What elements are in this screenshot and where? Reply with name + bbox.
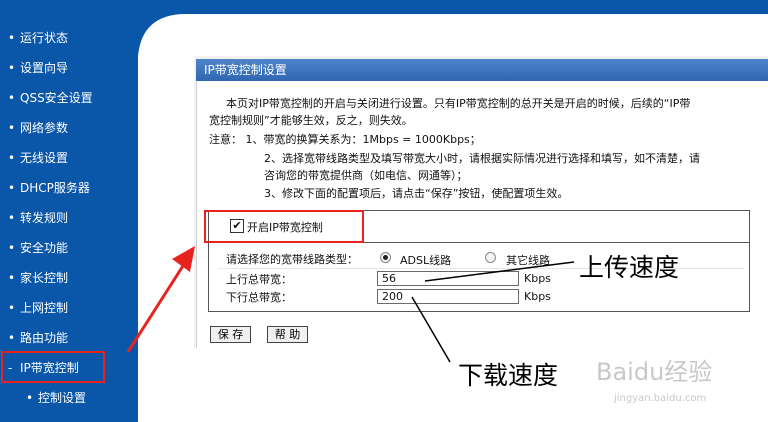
bullet-icon: • (8, 31, 16, 45)
download-unit: Kbps (524, 290, 551, 303)
sidebar-item-wizard[interactable]: • 设置向导 (8, 56, 68, 80)
sidebar-item-forwarding[interactable]: • 转发规则 (8, 206, 68, 230)
bullet-icon: • (8, 331, 16, 345)
sidebar-item-label: 网络参数 (20, 121, 69, 135)
watermark-sub: jingyan.baidu.com (614, 393, 707, 404)
sidebar-item-qss[interactable]: • QSS安全设置 (8, 86, 93, 110)
watermark: Baidu经验 (596, 358, 713, 386)
sidebar-item-label: 安全功能 (20, 241, 69, 255)
sidebar-item-label: 路由功能 (20, 331, 69, 345)
intro-text: 本页对IP带宽控制的开启与关闭进行设置。只有IP带宽控制的总开关是开启的时候，后… (226, 97, 691, 110)
bullet-icon: • (8, 301, 16, 315)
sidebar-item-label: 家长控制 (20, 271, 69, 285)
line-type-label: 请选择您的宽带线路类型： (226, 253, 358, 266)
download-speed-annotation: 下载速度 (458, 361, 559, 390)
sidebar-item-status[interactable]: • 运行状态 (8, 26, 68, 50)
intro-text: 宽控制规则”才能够生效，反之，则失效。 (209, 114, 413, 127)
bullet-icon: • (8, 211, 16, 225)
download-label: 下行总带宽： (226, 291, 292, 304)
note-text: 咨询您的带宽提供商（如电信、网通等）； (264, 169, 468, 182)
bullet-icon: • (8, 61, 16, 75)
other-line-radio[interactable] (485, 252, 496, 263)
sidebar-item-label: 运行状态 (20, 31, 69, 45)
adsl-radio[interactable] (380, 252, 391, 263)
other-line-label: 其它线路 (506, 254, 550, 267)
sidebar-item-network[interactable]: • 网络参数 (8, 116, 68, 140)
panel-title: IP带宽控制设置 (196, 59, 768, 81)
sidebar-item-dhcp[interactable]: • DHCP服务器 (8, 176, 90, 200)
sidebar-item-label: 上网控制 (20, 301, 69, 315)
sidebar-item-parental[interactable]: • 家长控制 (8, 266, 68, 290)
help-button[interactable]: 帮 助 (267, 326, 308, 343)
sidebar-item-label: 无线设置 (20, 151, 69, 165)
sidebar-item-wireless[interactable]: • 无线设置 (8, 146, 68, 170)
note-text: 3、修改下面的配置项后，请点击“保存”按钮，使配置项生效。 (264, 187, 569, 200)
sidebar-item-access[interactable]: • 上网控制 (8, 296, 68, 320)
bullet-icon: • (8, 241, 16, 255)
sidebar-item-label: QSS安全设置 (20, 91, 93, 105)
upload-speed-annotation: 上传速度 (579, 253, 680, 282)
highlight-box-sidebar (1, 351, 105, 383)
arrow-head-icon (172, 246, 195, 272)
adsl-label: ADSL线路 (400, 254, 452, 267)
sidebar-item-label: DHCP服务器 (20, 181, 90, 195)
bullet-icon: • (8, 91, 16, 105)
sidebar-item-routing[interactable]: • 路由功能 (8, 326, 68, 350)
sidebar-item-label: 转发规则 (20, 211, 69, 225)
bullet-icon: • (26, 391, 34, 405)
bullet-icon: • (8, 151, 16, 165)
sidebar-item-label: 控制设置 (38, 391, 87, 405)
upload-bandwidth-input[interactable]: 56 (377, 271, 519, 286)
note-text: 注意： 1、带宽的换算关系为：1Mbps = 1000Kbps； (209, 133, 481, 146)
save-button[interactable]: 保 存 (210, 326, 251, 343)
note-text: 2、选择宽带线路类型及填写带宽大小时，请根据实际情况进行选择和填写，如不清楚，请 (264, 152, 700, 165)
sidebar-item-security[interactable]: • 安全功能 (8, 236, 68, 260)
sidebar-subitem-control-settings[interactable]: • 控制设置 (26, 386, 86, 410)
download-bandwidth-input[interactable]: 200 (377, 289, 519, 304)
bullet-icon: • (8, 181, 16, 195)
bullet-icon: • (8, 271, 16, 285)
upload-label: 上行总带宽： (226, 273, 292, 286)
sidebar-item-label: 设置向导 (20, 61, 69, 75)
upload-unit: Kbps (524, 272, 551, 285)
bullet-icon: • (8, 121, 16, 135)
highlight-box-enable (204, 210, 364, 243)
